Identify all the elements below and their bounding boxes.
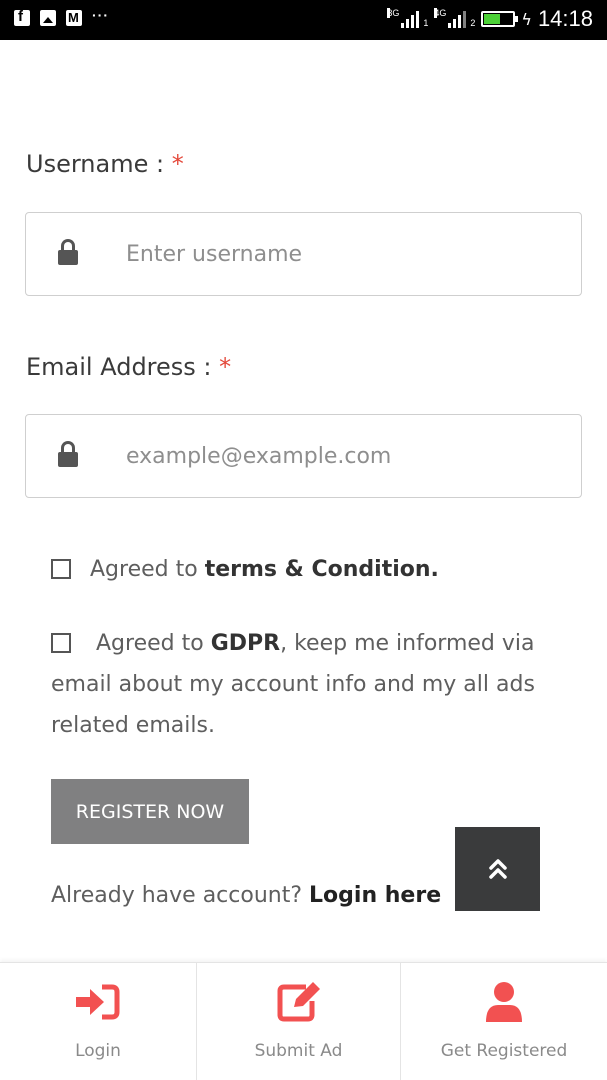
login-link[interactable]: Login here: [309, 883, 441, 908]
double-chevron-up-icon: [488, 859, 507, 879]
network-type-2: 4G: [434, 8, 447, 18]
status-bar: ··· 3G 1 4G 2 ϟ 14:18: [0, 0, 607, 40]
notification-icons: ···: [14, 7, 109, 26]
terms-link[interactable]: terms & Condition.: [205, 557, 439, 582]
signal-icon: 4G 2: [434, 8, 476, 28]
nav-item-submit-ad[interactable]: Submit Ad: [196, 963, 400, 1080]
terms-text: Agreed to terms & Condition.: [90, 549, 439, 590]
username-input[interactable]: [126, 233, 566, 275]
login-prompt: Already have account? Login here: [51, 883, 441, 908]
sim-number-1: 1: [423, 18, 429, 28]
nav-item-get-registered[interactable]: Get Registered: [400, 963, 607, 1080]
battery-icon: [481, 11, 519, 27]
email-input[interactable]: [126, 435, 566, 477]
email-field[interactable]: [25, 414, 582, 498]
email-label-text: Email Address :: [26, 353, 212, 381]
username-label-text: Username :: [26, 150, 165, 178]
nav-label-get-registered: Get Registered: [440, 1041, 568, 1061]
bottom-nav: Login Submit Ad Get Registered: [0, 962, 607, 1080]
clock: 14:18: [537, 6, 593, 31]
system-icons: 3G 1 4G 2 ϟ 14:18: [387, 6, 593, 32]
gdpr-link[interactable]: GDPR: [211, 631, 280, 656]
terms-prefix: Agreed to: [90, 557, 198, 582]
gmail-icon: [66, 10, 82, 26]
scroll-to-top-button[interactable]: [455, 827, 540, 911]
gdpr-text: Agreed to GDPR, keep me informed via ema…: [51, 623, 551, 746]
gallery-icon: [40, 10, 56, 26]
user-icon: [484, 981, 524, 1023]
signal-icon: 3G 1: [387, 8, 429, 28]
sim-number-2: 2: [470, 18, 476, 28]
lock-icon: [58, 239, 78, 265]
gdpr-prefix: Agreed to: [96, 631, 204, 656]
register-button[interactable]: REGISTER NOW: [51, 779, 249, 844]
nav-item-login[interactable]: Login: [0, 963, 196, 1080]
network-type-1: 3G: [387, 8, 400, 18]
required-asterisk: *: [219, 353, 232, 381]
sign-in-icon: [76, 981, 120, 1023]
login-prompt-text: Already have account?: [51, 883, 303, 908]
more-notifications-icon: ···: [92, 7, 109, 23]
nav-label-login: Login: [75, 1041, 121, 1061]
terms-checkbox[interactable]: [51, 559, 71, 579]
lock-icon: [58, 441, 78, 467]
username-field[interactable]: [25, 212, 582, 296]
nav-label-submit-ad: Submit Ad: [254, 1041, 343, 1061]
username-label: Username : *: [26, 150, 184, 178]
facebook-icon: [14, 8, 30, 26]
email-label: Email Address : *: [26, 353, 231, 381]
required-asterisk: *: [171, 150, 184, 178]
charging-icon: ϟ: [521, 9, 532, 29]
edit-icon: [276, 981, 322, 1023]
